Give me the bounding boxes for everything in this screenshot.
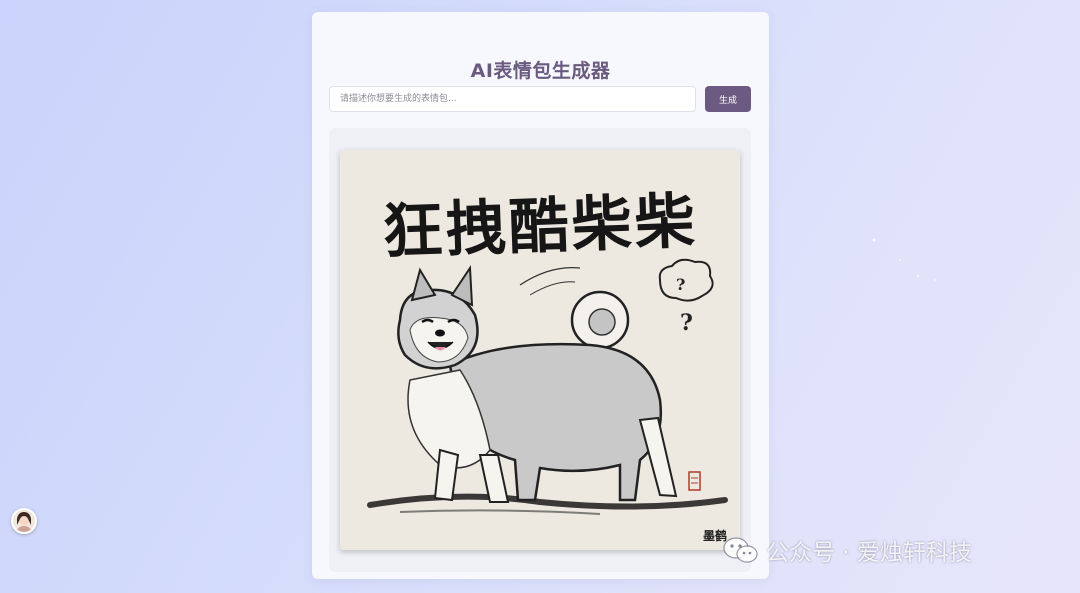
wechat-icon [723, 537, 758, 563]
generated-meme-image: ? ? 墨鹤 狂拽酷柴柴 [340, 150, 740, 550]
watermark: 公众号 · 爱烛轩科技 [722, 530, 972, 570]
meme-prompt-input[interactable] [329, 86, 696, 112]
seal-stamp [688, 471, 701, 491]
thought-bubble-text: ? [676, 275, 685, 294]
generate-button[interactable]: 生成 [705, 86, 751, 112]
result-preview-area: ? ? 墨鹤 狂拽酷柴柴 [329, 128, 751, 572]
page-title: AI表情包生成器 [470, 60, 611, 82]
generator-card: AI表情包生成器 生成 [312, 12, 769, 579]
watermark-text: 公众号 · 爱烛轩科技 [766, 540, 972, 566]
question-mark: ? [680, 310, 693, 336]
user-avatar[interactable] [11, 508, 37, 534]
meme-caption: 狂拽酷柴柴 [381, 186, 699, 268]
background-sparkles [860, 230, 950, 294]
avatar-portrait-icon [13, 510, 35, 532]
